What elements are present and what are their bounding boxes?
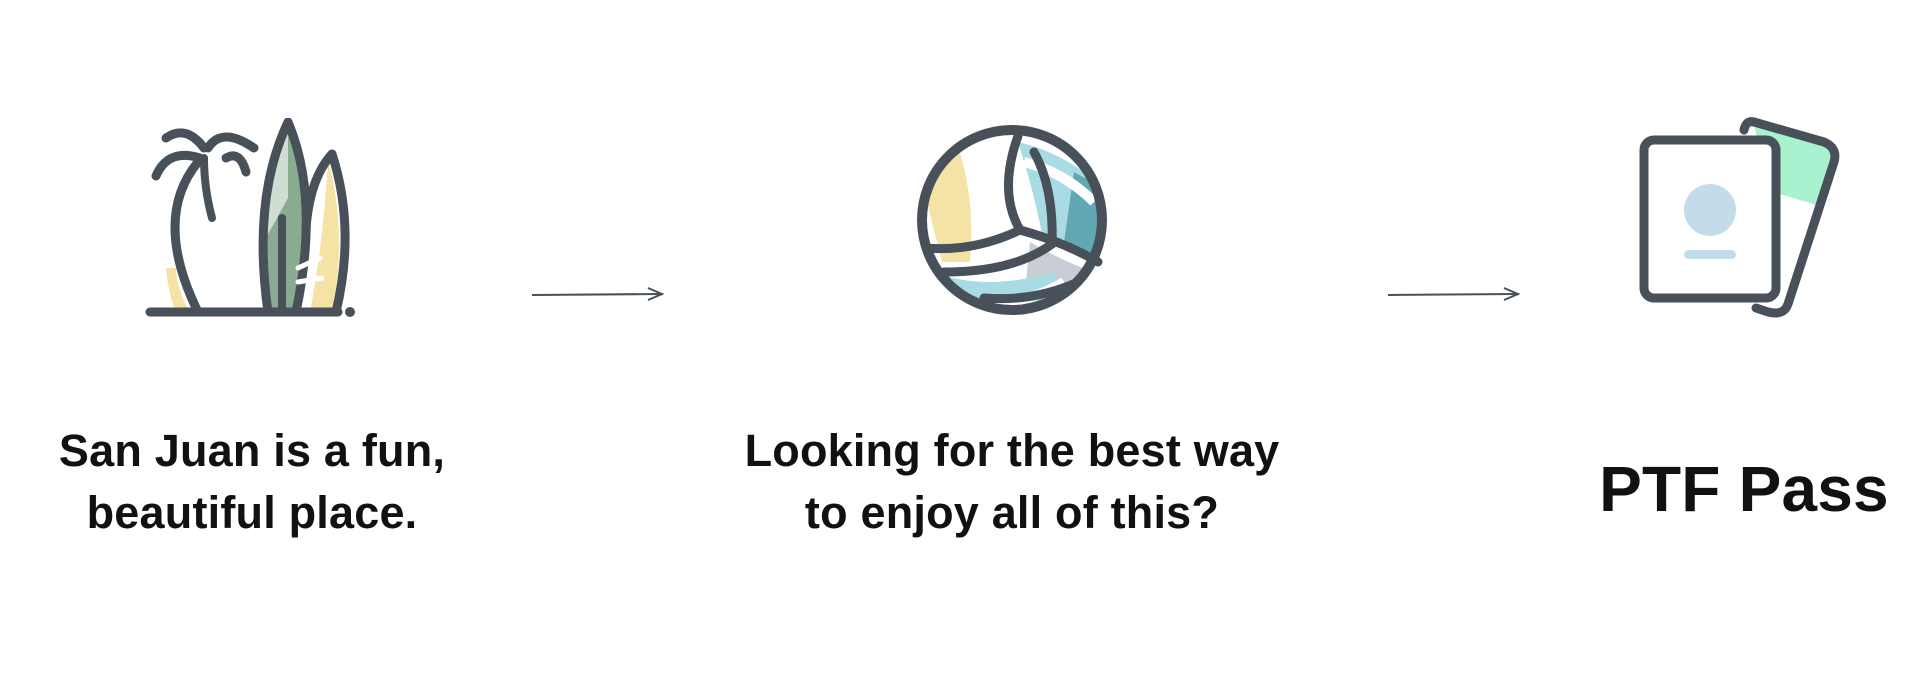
- caption-line: Looking for the best way: [744, 425, 1280, 476]
- volleyball-icon: [914, 122, 1110, 318]
- caption-line: San Juan is a fun,: [58, 425, 446, 476]
- arrow-right-icon: [1386, 286, 1520, 302]
- step-caption: San Juan is a fun, beautiful place.: [20, 420, 484, 544]
- caption-line: beautiful place.: [86, 487, 418, 538]
- caption-line: to enjoy all of this?: [804, 487, 1220, 538]
- arrow-right-icon: [530, 286, 664, 302]
- step-caption: PTF Pass: [1574, 454, 1914, 524]
- palm-surfboards-icon: [142, 118, 360, 318]
- caption-line: PTF Pass: [1599, 453, 1889, 525]
- pass-cards-icon: [1638, 116, 1844, 324]
- step-caption: Looking for the best way to enjoy all of…: [700, 420, 1324, 544]
